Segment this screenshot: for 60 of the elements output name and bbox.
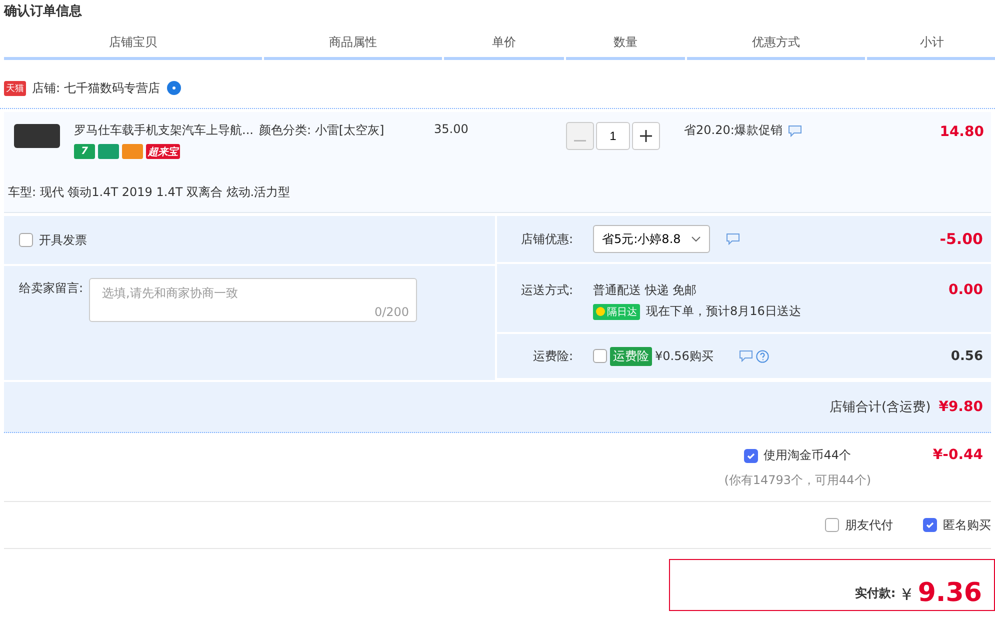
shipping-label: 运送方式: — [520, 282, 574, 299]
service-tag: 7 — [74, 144, 95, 159]
unit-price: 35.00 — [434, 122, 468, 136]
checkmark-icon — [746, 450, 756, 460]
currency-symbol: ¥ — [902, 585, 912, 606]
next-day-badge: 隔日达 — [593, 304, 640, 320]
delivery-estimate: 现在下单，预计8月16日送达 — [646, 303, 801, 320]
column-header: 店铺宝贝 — [4, 28, 262, 60]
payment-amount: 9.36 — [918, 580, 982, 606]
checkbox[interactable] — [19, 233, 33, 247]
column-header: 单价 — [444, 28, 564, 60]
shop-total-amount: ¥9.80 — [938, 399, 983, 415]
coins-label: 使用淘金币44个 — [764, 447, 851, 464]
service-tag — [122, 144, 143, 159]
option-label: 匿名购买 — [943, 516, 991, 534]
column-header: 商品属性 — [264, 28, 442, 60]
coupon-dropdown[interactable]: 省5元:小婷8.8 — [593, 225, 710, 253]
coins-amount: ¥-0.44 — [932, 447, 983, 463]
insurance-label: 运费险: — [532, 348, 574, 364]
help-icon[interactable] — [756, 350, 770, 362]
invoice-label: 开具发票 — [39, 232, 87, 248]
product-attribute: 颜色分类: 小雷[太空灰] — [259, 122, 386, 139]
plus-icon — [640, 130, 652, 142]
subtotal: 14.80 — [940, 124, 984, 140]
option-label: 朋友代付 — [845, 516, 893, 534]
checkbox[interactable] — [825, 518, 839, 532]
minus-icon — [574, 140, 586, 142]
payment-label: 实付款: — [854, 585, 896, 602]
promotion-text: 省20.20:爆款促销 — [684, 122, 782, 139]
service-tag — [98, 144, 119, 159]
service-tag: 超来宝 — [146, 144, 180, 159]
checkmark-icon — [925, 520, 935, 530]
column-header: 数量 — [566, 28, 685, 60]
shipping-amount: 0.00 — [948, 282, 983, 298]
comment-icon[interactable] — [788, 124, 802, 136]
insurance-amount: 0.56 — [950, 348, 983, 364]
product-name[interactable]: 罗马仕车载手机支架汽车上导航... — [74, 122, 259, 139]
comment-icon[interactable] — [726, 233, 740, 245]
checkbox[interactable] — [923, 518, 937, 532]
checkbox[interactable] — [744, 448, 758, 462]
increase-button[interactable] — [632, 122, 660, 150]
insurance-price: ¥0.56购买 — [655, 348, 714, 364]
comment-icon[interactable] — [739, 350, 754, 362]
column-header: 优惠方式 — [687, 28, 865, 60]
quantity-field[interactable]: 1 — [596, 122, 630, 150]
car-model: 车型: 现代 领动1.4T 2019 1.4T 双离合 炫动.活力型 — [8, 185, 290, 199]
checkbox[interactable] — [593, 349, 607, 363]
character-count: 0/200 — [374, 305, 410, 319]
shop-name[interactable]: 店铺: 七千猫数码专营店 — [32, 80, 160, 96]
insurance-tag: 运费险 — [610, 346, 652, 366]
column-header: 小计 — [867, 28, 995, 60]
shop-total-label: 店铺合计(含运费) — [830, 399, 931, 416]
discount-label: 店铺优惠: — [520, 230, 574, 248]
message-label: 给卖家留言: — [19, 280, 84, 297]
chevron-down-icon — [690, 236, 701, 242]
discount-amount: -5.00 — [940, 230, 983, 248]
page-title: 确认订单信息 — [2, 3, 83, 21]
store-badge: 天猫 — [4, 80, 26, 96]
shipping-method: 普通配送 快递 免邮 — [593, 282, 698, 299]
coins-note: (你有14793个，可用44个) — [724, 472, 871, 489]
